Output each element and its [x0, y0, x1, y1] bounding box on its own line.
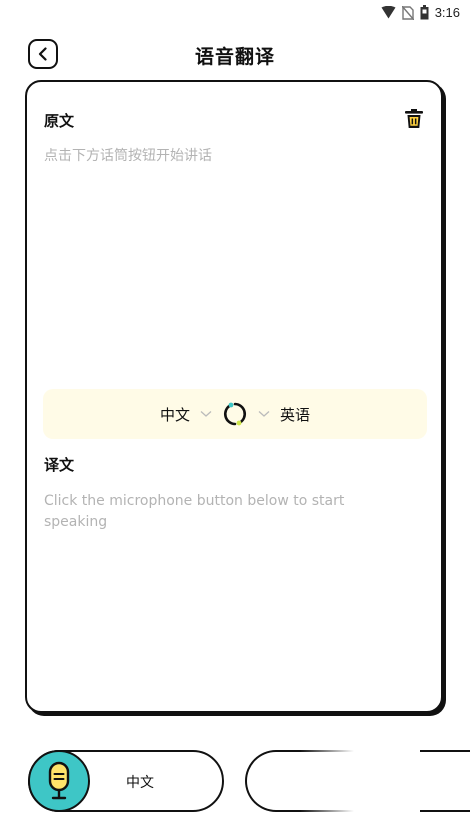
- target-label: 译文: [44, 456, 75, 474]
- header: 语音翻译: [0, 36, 470, 72]
- status-bar: 3:16: [0, 0, 470, 28]
- status-icons: 3:16: [381, 5, 460, 20]
- clear-button[interactable]: [403, 108, 425, 130]
- translation-card: 原文 点击下方话筒按钮开始讲话 中文 英语 译文 Click the micro…: [25, 80, 443, 713]
- swap-icon: [223, 402, 247, 426]
- wifi-icon: [381, 6, 396, 19]
- source-language[interactable]: 中文: [160, 404, 190, 425]
- target-placeholder: Click the microphone button below to sta…: [44, 491, 344, 533]
- page-title: 语音翻译: [194, 46, 275, 68]
- source-placeholder[interactable]: 点击下方话筒按钮开始讲话: [44, 146, 212, 167]
- fade-overlay: [300, 740, 420, 836]
- mic-button-chinese[interactable]: 中文: [28, 750, 224, 812]
- mic-circle[interactable]: [28, 750, 90, 812]
- bottom-controls: 中文: [0, 740, 470, 836]
- target-placeholder-line-2: speaking: [44, 514, 108, 530]
- no-sim-icon: [401, 5, 414, 20]
- trash-icon: [405, 109, 423, 128]
- target-language[interactable]: 英语: [280, 404, 310, 425]
- language-bar: 中文 英语: [43, 389, 427, 439]
- source-label: 原文: [44, 112, 75, 130]
- status-time: 3:16: [434, 5, 460, 20]
- battery-icon: [420, 5, 429, 20]
- chevron-down-icon[interactable]: [258, 410, 270, 418]
- microphone-icon: [48, 761, 70, 800]
- mic-language-label: 中文: [126, 775, 154, 791]
- swap-languages-button[interactable]: [222, 401, 248, 427]
- chevron-down-icon[interactable]: [200, 410, 212, 418]
- target-placeholder-line-1: Click the microphone button below to sta…: [44, 493, 345, 509]
